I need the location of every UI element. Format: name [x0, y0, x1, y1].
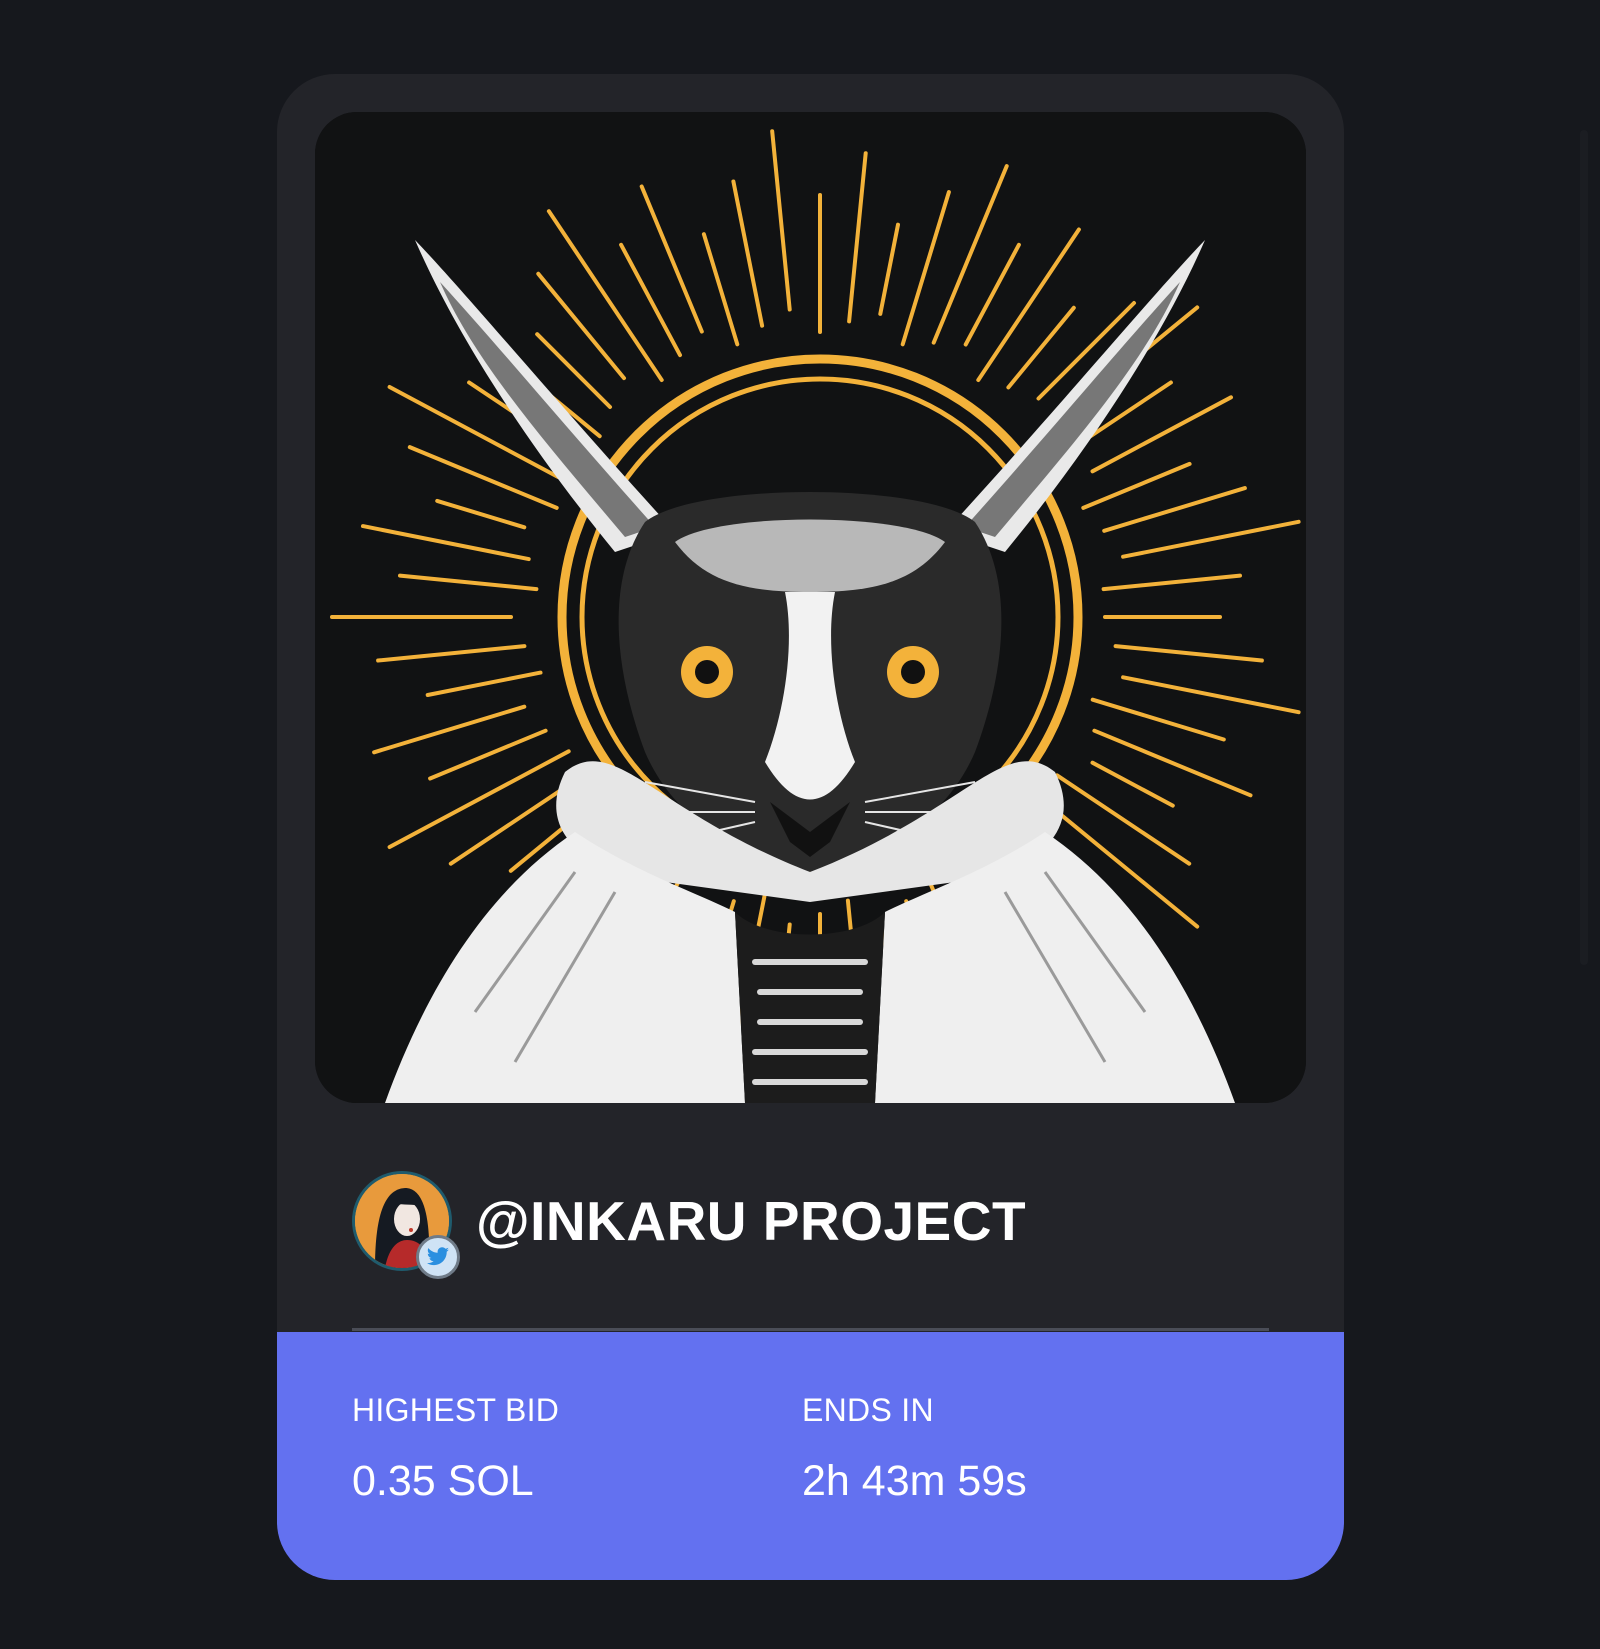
creator-row[interactable]: @INKARU PROJECT [352, 1166, 1026, 1279]
highest-bid-value: 0.35 SOL [352, 1457, 534, 1505]
auction-panel: HIGHEST BID 0.35 SOL ENDS IN 2h 43m 59s [277, 1332, 1344, 1580]
creator-avatar-wrap[interactable] [352, 1171, 460, 1279]
twitter-bird-icon [416, 1235, 460, 1279]
highest-bid: HIGHEST BID 0.35 SOL [352, 1392, 559, 1506]
nft-artwork[interactable] [315, 112, 1306, 1103]
scrollbar[interactable] [1580, 130, 1588, 965]
nft-card[interactable]: @INKARU PROJECT HIGHEST BID 0.35 SOL END… [277, 74, 1344, 1580]
creator-handle[interactable]: @INKARU PROJECT [476, 1189, 1026, 1253]
rabbit-illustration [315, 112, 1306, 1103]
ends-in: ENDS IN 2h 43m 59s [802, 1392, 1027, 1506]
ends-in-countdown: 2h 43m 59s [802, 1457, 1027, 1505]
divider [352, 1328, 1269, 1331]
page: @INKARU PROJECT HIGHEST BID 0.35 SOL END… [0, 0, 1600, 1649]
ends-in-label: ENDS IN [802, 1392, 934, 1428]
highest-bid-label: HIGHEST BID [352, 1392, 560, 1428]
